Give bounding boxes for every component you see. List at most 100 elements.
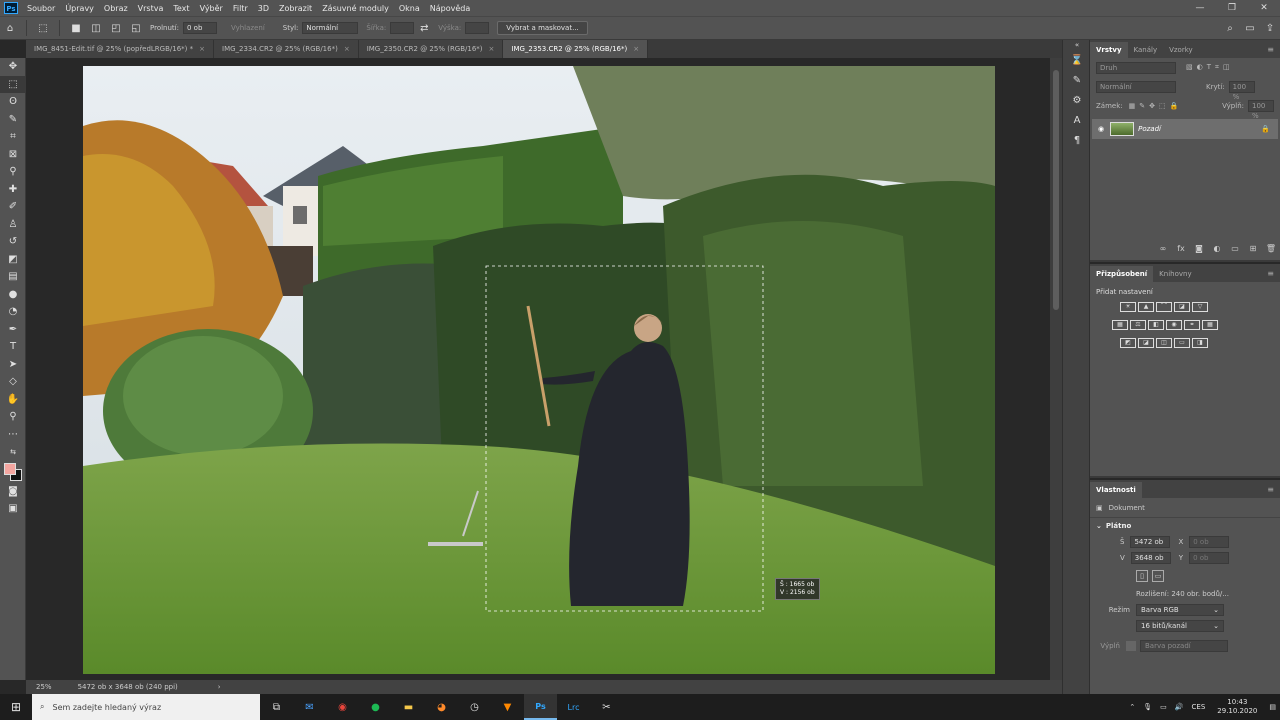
taskbar-search[interactable]: ⌕ Sem zadejte hledaný výraz	[32, 694, 260, 720]
link-icon[interactable]: ∞	[1154, 244, 1172, 258]
vertical-scrollbar[interactable]	[1050, 58, 1062, 680]
lasso-tool-icon[interactable]: ʘ	[0, 93, 26, 111]
volume-icon[interactable]: 🔊	[1175, 703, 1184, 711]
close-icon[interactable]: ×	[633, 45, 639, 53]
foreground-color[interactable]	[4, 462, 16, 475]
panel-menu-icon[interactable]: ≡	[1267, 45, 1274, 54]
new-layer-icon[interactable]: ⊞	[1244, 244, 1262, 258]
brush-tool-icon[interactable]: ✐	[0, 198, 26, 216]
color-balance-icon[interactable]: ⚖	[1130, 320, 1146, 330]
width-input[interactable]	[390, 22, 415, 34]
crop-tool-icon[interactable]: ⌗	[0, 128, 26, 146]
adjustments-icon[interactable]: ⚙	[1063, 90, 1091, 110]
vlc-icon[interactable]: ▼	[491, 694, 524, 720]
shape-tool-icon[interactable]: ◇	[0, 373, 26, 391]
clock[interactable]: 10:43 29.10.2020	[1217, 698, 1257, 716]
chrome-icon[interactable]: ◉	[326, 694, 359, 720]
more-tools-icon[interactable]: ⋯	[0, 426, 26, 444]
landscape-icon[interactable]: ▭	[1152, 570, 1164, 582]
threshold-icon[interactable]: ◫	[1156, 338, 1172, 348]
menu-layer[interactable]: Vrstva	[133, 4, 169, 13]
stamp-tool-icon[interactable]: ♙	[0, 216, 26, 234]
healing-tool-icon[interactable]: ✚	[0, 181, 26, 199]
selective-color-icon[interactable]: ◨	[1192, 338, 1208, 348]
minimize-button[interactable]: —	[1184, 3, 1216, 13]
collapse-icon[interactable]: «	[1063, 40, 1091, 50]
eyedropper-tool-icon[interactable]: ⚲	[0, 163, 26, 181]
tab-patterns[interactable]: Vzorky	[1163, 42, 1199, 58]
mode-select[interactable]: Barva RGB ⌄	[1136, 604, 1224, 616]
trash-icon[interactable]: 🗑	[1262, 244, 1280, 258]
menu-filter[interactable]: Filtr	[228, 4, 253, 13]
canvas-x-input[interactable]: 0 ob	[1189, 536, 1230, 548]
feather-input[interactable]: 0 ob	[182, 22, 217, 34]
character-icon[interactable]: A	[1063, 110, 1091, 130]
hue-saturation-icon[interactable]: ▦	[1112, 320, 1128, 330]
maximize-button[interactable]: ❐	[1216, 3, 1248, 13]
canvas-section[interactable]: ⌄ Plátno	[1090, 518, 1280, 534]
eye-icon[interactable]: ◉	[1098, 125, 1104, 133]
posterize-icon[interactable]: ◪	[1138, 338, 1154, 348]
curves-icon[interactable]: ⌒	[1156, 302, 1172, 312]
tab-libraries[interactable]: Knihovny	[1153, 266, 1197, 282]
add-selection-icon[interactable]: ◫	[89, 21, 103, 35]
close-icon[interactable]: ×	[344, 45, 350, 53]
close-icon[interactable]: ×	[489, 45, 495, 53]
tab-layers[interactable]: Vrstvy	[1090, 42, 1128, 58]
gradient-tool-icon[interactable]: ▤	[0, 268, 26, 286]
rect-marquee-tool-icon[interactable]: ⬚	[0, 75, 26, 93]
subtract-selection-icon[interactable]: ◰	[109, 21, 123, 35]
clock-app-icon[interactable]: ◷	[458, 694, 491, 720]
new-selection-icon[interactable]: ■	[69, 21, 83, 35]
zoom-tool-icon[interactable]: ⚲	[0, 408, 26, 426]
firefox-icon[interactable]: ◕	[425, 694, 458, 720]
fill-select[interactable]: Barva pozadí	[1140, 640, 1228, 652]
zoom-level[interactable]: 25%	[36, 683, 52, 691]
vibrance-icon[interactable]: ▽	[1192, 302, 1208, 312]
exposure-icon[interactable]: ◪	[1174, 302, 1190, 312]
menu-type[interactable]: Text	[168, 4, 194, 13]
menu-select[interactable]: Výběr	[195, 4, 228, 13]
mail-icon[interactable]: ✉	[293, 694, 326, 720]
notifications-icon[interactable]: ▤	[1269, 703, 1276, 711]
menu-help[interactable]: Nápověda	[425, 4, 476, 13]
menu-edit[interactable]: Úpravy	[60, 4, 99, 13]
blur-tool-icon[interactable]: ●	[0, 286, 26, 304]
canvas-y-input[interactable]: 0 ob	[1189, 552, 1230, 564]
quick-select-tool-icon[interactable]: ✎	[0, 111, 26, 129]
canvas-height-input[interactable]: 3648 ob	[1130, 552, 1171, 564]
brush-settings-icon[interactable]: ✎	[1063, 70, 1091, 90]
dodge-tool-icon[interactable]: ◔	[0, 303, 26, 321]
share-icon[interactable]: ⇪	[1263, 21, 1277, 35]
type-tool-icon[interactable]: T	[0, 338, 26, 356]
group-icon[interactable]: ▭	[1226, 244, 1244, 258]
adjustment-layer-icon[interactable]: ◐	[1208, 244, 1226, 258]
levels-icon[interactable]: ▲	[1138, 302, 1154, 312]
layer-row-background[interactable]: ◉ Pozadí 🔒	[1092, 119, 1278, 139]
panel-menu-icon[interactable]: ≡	[1267, 269, 1274, 278]
brightness-icon[interactable]: ☀	[1120, 302, 1136, 312]
move-tool-icon[interactable]: ✥	[0, 58, 26, 76]
select-and-mask-button[interactable]: Vybrat a maskovat...	[497, 21, 588, 35]
gradient-map-icon[interactable]: ▭	[1174, 338, 1190, 348]
close-window-button[interactable]: ✕	[1248, 3, 1280, 13]
file-explorer-icon[interactable]: ▬	[392, 694, 425, 720]
panel-menu-icon[interactable]: ≡	[1267, 485, 1274, 494]
language-indicator[interactable]: CES	[1192, 703, 1206, 711]
intersect-selection-icon[interactable]: ◱	[129, 21, 143, 35]
layer-name[interactable]: Pozadí	[1138, 125, 1161, 133]
capture-icon[interactable]: ✂	[590, 694, 623, 720]
screen-mode-icon[interactable]: ▣	[0, 500, 26, 518]
rect-marquee-preset-icon[interactable]: ⬚	[36, 21, 50, 35]
doc-tab[interactable]: IMG_2334.CR2 @ 25% (RGB/16*) ×	[214, 40, 359, 58]
filter-icons[interactable]: ▧◐T⌗◫	[1186, 63, 1234, 72]
spotify-icon[interactable]: ●	[359, 694, 392, 720]
menu-file[interactable]: Soubor	[22, 4, 60, 13]
menu-window[interactable]: Okna	[394, 4, 425, 13]
blend-mode-select[interactable]: Normální	[1096, 80, 1176, 93]
workspace-icon[interactable]: ▭	[1243, 21, 1257, 35]
swap-icon[interactable]: ⇄	[417, 21, 431, 35]
search-icon[interactable]: ⌕	[1223, 21, 1237, 35]
frame-tool-icon[interactable]: ⊠	[0, 146, 26, 164]
status-menu-icon[interactable]: ›	[218, 683, 221, 691]
